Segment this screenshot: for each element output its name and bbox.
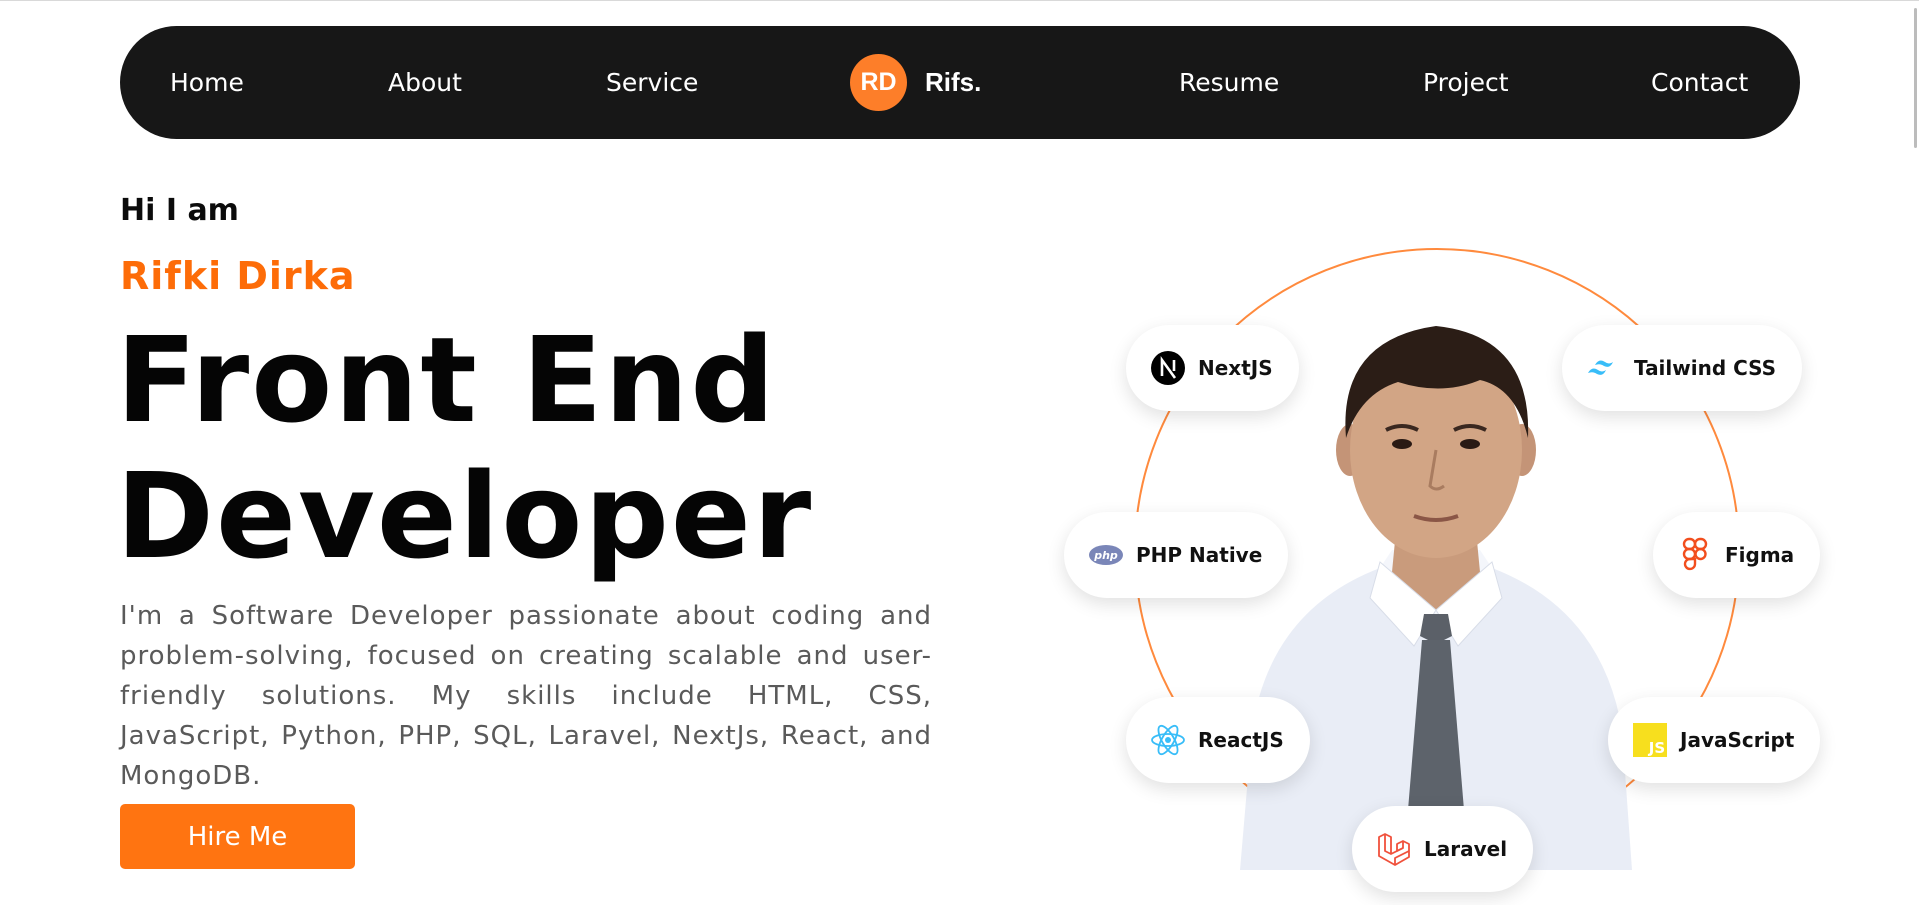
hire-me-button[interactable]: Hire Me: [120, 804, 355, 869]
javascript-icon: JS: [1632, 722, 1668, 758]
skill-label: NextJS: [1198, 356, 1273, 380]
brand-logo[interactable]: RD Rifs.: [850, 54, 981, 111]
react-icon: [1150, 722, 1186, 758]
svg-text:php: php: [1093, 549, 1118, 562]
role-line-1: Front End: [116, 311, 777, 449]
skill-card-javascript: JS JavaScript: [1608, 697, 1821, 783]
php-icon: php: [1088, 537, 1124, 573]
skill-card-nextjs: NextJS: [1126, 325, 1299, 411]
hero-bio: I'm a Software Developer passionate abou…: [120, 601, 932, 791]
brand-name: Rifs.: [925, 67, 982, 97]
skill-card-react: ReactJS: [1126, 697, 1310, 783]
page-scrollbar[interactable]: [1910, 0, 1919, 905]
scrollbar-thumb[interactable]: [1914, 8, 1917, 148]
skill-label: Tailwind CSS: [1634, 356, 1777, 380]
skill-card-tailwind: Tailwind CSS: [1562, 325, 1803, 411]
nextjs-icon: [1150, 350, 1186, 386]
nav-link-resume[interactable]: Resume: [1179, 26, 1279, 139]
skill-label: PHP Native: [1136, 543, 1263, 567]
hero-role-heading: Front End Developer: [116, 312, 813, 584]
nav-link-home[interactable]: Home: [170, 26, 244, 139]
skill-label: Figma: [1725, 543, 1795, 567]
nav-link-project[interactable]: Project: [1423, 26, 1509, 139]
role-line-2: Developer: [116, 447, 814, 585]
skill-label: JavaScript: [1680, 728, 1795, 752]
figma-icon: [1677, 537, 1713, 573]
nav-link-about[interactable]: About: [388, 26, 462, 139]
skill-card-laravel: Laravel: [1352, 806, 1534, 892]
skill-card-figma: Figma: [1653, 512, 1821, 598]
svg-text:JS: JS: [1648, 739, 1665, 757]
nav-link-contact[interactable]: Contact: [1651, 26, 1748, 139]
skill-label: Laravel: [1424, 837, 1508, 861]
navbar: Home About Service RD Rifs. Resume Proje…: [120, 26, 1800, 139]
laravel-icon: [1376, 831, 1412, 867]
hero-name: Rifki Dirka: [120, 254, 356, 298]
brand-badge: RD: [850, 54, 907, 111]
nav-link-service[interactable]: Service: [606, 26, 698, 139]
page-top-border: [0, 0, 1919, 1]
hero-greeting: Hi I am: [120, 193, 239, 228]
tailwind-icon: [1586, 350, 1622, 386]
skill-label: ReactJS: [1198, 728, 1284, 752]
skill-card-php: php PHP Native: [1064, 512, 1289, 598]
